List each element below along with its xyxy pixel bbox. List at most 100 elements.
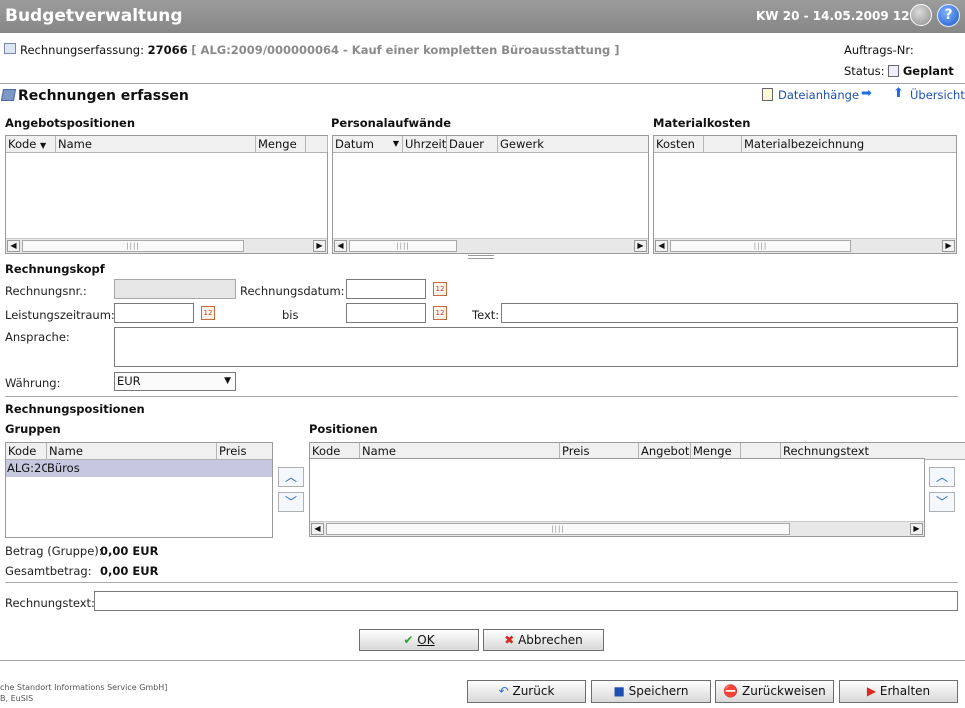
scroll-thumb[interactable]: ||||	[326, 523, 790, 535]
ok-button[interactable]: ✔ OK	[359, 629, 479, 651]
personal-scrollbar[interactable]: ◀ |||| ▶	[333, 238, 648, 253]
move-down-button[interactable]: ﹀	[929, 492, 955, 512]
col-extra[interactable]	[306, 136, 328, 152]
material-title: Materialkosten	[653, 116, 751, 130]
col-uhrzeit[interactable]: Uhrzeit	[403, 136, 447, 152]
rechnungstext-label: Rechnungstext:	[5, 596, 95, 610]
col-rechnungstext[interactable]: Rechnungstext	[781, 443, 964, 459]
text-input[interactable]	[501, 303, 958, 323]
scroll-right-icon[interactable]: ▶	[634, 240, 647, 252]
row-kode: ALG:2C	[7, 461, 47, 475]
positionen-scrollbar[interactable]: ◀ |||| ▶	[310, 521, 924, 536]
scroll-right-icon[interactable]: ▶	[313, 240, 326, 252]
scroll-thumb[interactable]: ||||	[670, 240, 851, 252]
erhalten-button[interactable]: ▶ Erhalten	[839, 680, 958, 703]
abbrechen-label: Abbrechen	[518, 633, 583, 647]
col-preis[interactable]: Preis	[217, 443, 272, 459]
calendar-icon[interactable]: 12	[433, 306, 447, 320]
status-value: Geplant	[902, 64, 954, 78]
positionen-header-box: Kode Name Preis Angebot- Menge Rechnungs…	[309, 442, 965, 460]
zurueckweisen-button[interactable]: ⛔ Zurückweisen	[715, 680, 834, 703]
gruppen-table[interactable]: Kode Name Preis ALG:2C Büros	[5, 442, 273, 538]
col-kode[interactable]: Kode	[310, 443, 360, 459]
col-menge[interactable]: Menge	[691, 443, 741, 459]
scroll-right-icon[interactable]: ▶	[942, 240, 955, 252]
move-up-button[interactable]: ︿	[278, 467, 304, 487]
status-line: Status: Geplant	[844, 64, 954, 78]
waehrung-select[interactable]: EUR ▼	[114, 372, 236, 391]
positionen-sub-title: Positionen	[309, 422, 378, 436]
speichern-label: Speichern	[628, 684, 689, 698]
personal-table[interactable]: Datum ▼ Uhrzeit Dauer Gewerk ◀ |||| ▶	[332, 135, 649, 254]
leistungszeitraum-label: Leistungszeitraum:	[5, 308, 115, 322]
arrow-right-icon[interactable]: ➡	[861, 86, 872, 101]
rechnungsdatum-input[interactable]	[346, 279, 426, 299]
help-icon[interactable]: ?	[937, 4, 960, 27]
gruppen-title: Gruppen	[5, 422, 61, 436]
ansprache-textarea[interactable]	[114, 327, 958, 367]
status-doc-icon	[888, 65, 900, 77]
move-down-button[interactable]: ﹀	[278, 492, 304, 512]
erfassung-info: Rechnungserfassung: 27066 [ ALG:2009/000…	[20, 43, 620, 57]
col-blank[interactable]	[704, 136, 742, 152]
col-kosten[interactable]: Kosten	[654, 136, 704, 152]
check-icon: ✔	[403, 633, 414, 647]
table-row[interactable]: ALG:2C Büros	[6, 460, 272, 477]
calendar-icon[interactable]: 12	[433, 282, 447, 296]
positionen-table[interactable]: ◀ |||| ▶	[309, 458, 925, 537]
material-scrollbar[interactable]: ◀ |||| ▶	[654, 238, 956, 253]
col-materialbezeichnung[interactable]: Materialbezeichnung	[742, 136, 956, 152]
col-blank[interactable]	[741, 443, 781, 459]
sort-down-icon: ▼	[40, 141, 47, 150]
col-gewerk[interactable]: Gewerk	[498, 136, 648, 152]
move-up-button[interactable]: ︿	[929, 467, 955, 487]
calendar-icon[interactable]: 12	[201, 306, 215, 320]
col-kode[interactable]: Kode	[6, 443, 47, 459]
scroll-right-icon[interactable]: ▶	[910, 523, 923, 535]
erfassung-ref: [ ALG:2009/000000064 - Kauf einer komple…	[191, 43, 620, 57]
col-name[interactable]: Name	[56, 136, 256, 152]
globe-icon[interactable]	[910, 4, 932, 26]
zurueck-label: Zurück	[512, 684, 555, 698]
angebot-header: Kode ▼ Name Menge	[6, 136, 328, 153]
col-dauer[interactable]: Dauer	[447, 136, 498, 152]
invoice-icon	[0, 89, 17, 101]
scroll-left-icon[interactable]: ◀	[655, 240, 668, 252]
betrag-gruppe-value: 0,00 EUR	[100, 544, 159, 558]
col-preis[interactable]: Preis	[560, 443, 639, 459]
auftrags-nr-label: Auftrags-Nr:	[844, 43, 914, 57]
record-icon	[4, 43, 16, 54]
material-table[interactable]: Kosten Materialbezeichnung ◀ |||| ▶	[653, 135, 957, 254]
scroll-thumb[interactable]: ||||	[22, 240, 244, 252]
scroll-left-icon[interactable]: ◀	[311, 523, 324, 535]
col-menge[interactable]: Menge	[256, 136, 306, 152]
col-name[interactable]: Name	[360, 443, 560, 459]
zurueckweisen-label: Zurückweisen	[742, 684, 826, 698]
dateianhaenge-link[interactable]: Dateianhänge	[778, 88, 859, 102]
rechnungstext-input[interactable]	[94, 591, 958, 611]
material-header: Kosten Materialbezeichnung	[654, 136, 956, 153]
rechnungsnr-input[interactable]	[114, 279, 236, 299]
zurueck-button[interactable]: ↶ Zurück	[467, 680, 586, 703]
speichern-button[interactable]: ■ Speichern	[591, 680, 711, 703]
abbrechen-button[interactable]: ✖ Abbrechen	[483, 629, 604, 651]
uebersicht-link[interactable]: Übersicht	[910, 88, 965, 102]
angebot-scrollbar[interactable]: ◀ |||| ▶	[6, 238, 327, 253]
leistung-von-input[interactable]	[114, 303, 194, 323]
status-label: Status:	[844, 64, 885, 78]
col-angebot[interactable]: Angebot-	[639, 443, 691, 459]
arrow-up-icon[interactable]: ⬆	[893, 86, 904, 101]
waehrung-value: EUR	[117, 374, 141, 388]
scroll-left-icon[interactable]: ◀	[7, 240, 20, 252]
scroll-left-icon[interactable]: ◀	[334, 240, 347, 252]
gruppen-header: Kode Name Preis	[6, 443, 272, 460]
angebot-table[interactable]: Kode ▼ Name Menge ◀ |||| ▶	[5, 135, 328, 254]
play-arrow-icon: ▶	[866, 684, 877, 698]
col-name[interactable]: Name	[47, 443, 217, 459]
splitter-handle[interactable]	[468, 255, 494, 259]
betrag-gruppe-label: Betrag (Gruppe):	[5, 544, 103, 558]
leistung-bis-input[interactable]	[346, 303, 426, 323]
scroll-thumb[interactable]: ||||	[349, 240, 457, 252]
col-datum[interactable]: Datum ▼	[333, 136, 403, 152]
col-kode[interactable]: Kode ▼	[6, 136, 56, 152]
